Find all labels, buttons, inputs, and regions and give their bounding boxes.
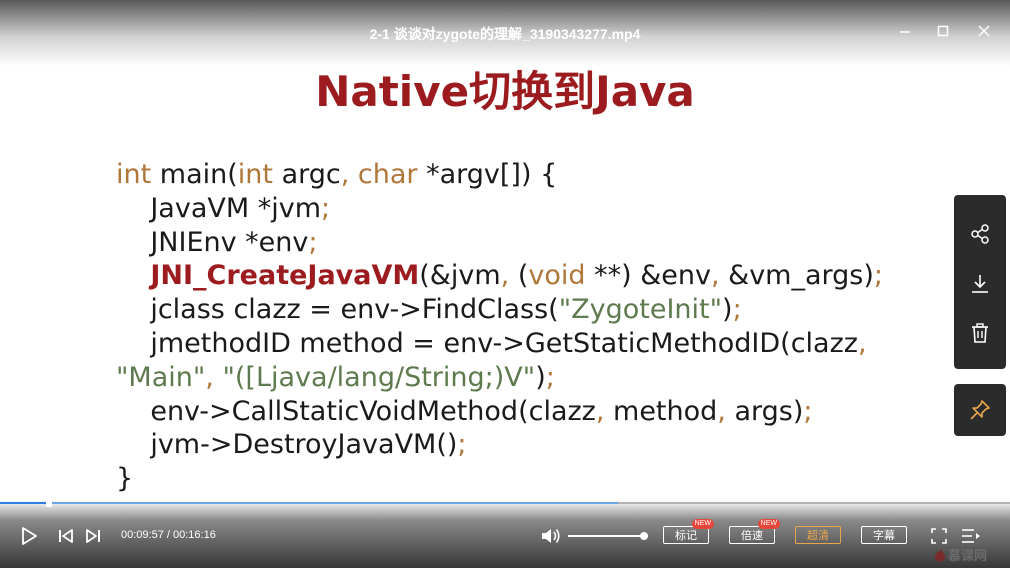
volume-slider[interactable] <box>568 535 644 537</box>
code-token: int <box>116 159 152 190</box>
code-token: int <box>237 159 273 190</box>
code-line: int main(int argc, char *argv[]) { <box>116 158 883 192</box>
code-line: "Main", "([Ljava/lang/String;)V"); <box>116 361 883 395</box>
speed-label: 倍速 <box>741 529 763 542</box>
minimize-icon[interactable] <box>896 22 914 40</box>
code-token: JavaVM *jvm <box>116 192 321 224</box>
code-token: "ZygoteInit" <box>558 294 723 326</box>
code-token: ; <box>732 294 742 326</box>
bookmark-label: 标记 <box>675 529 697 542</box>
side-panel <box>954 195 1006 369</box>
new-badge: NEW <box>691 519 714 529</box>
bookmark-button[interactable]: 标记 NEW <box>663 519 714 544</box>
code-token: , <box>857 327 867 359</box>
code-token: , <box>500 260 510 292</box>
video-title: 2-1 谈谈对zygote的理解_3190343277.mp4 <box>369 26 641 42</box>
share-icon[interactable] <box>967 221 993 247</box>
code-token: char <box>357 159 418 190</box>
new-badge: NEW <box>757 519 780 529</box>
flame-icon <box>935 548 945 561</box>
code-token: args) <box>725 395 804 427</box>
progress-knob[interactable] <box>46 499 53 507</box>
maximize-icon[interactable] <box>934 22 952 40</box>
subtitle-label: 字幕 <box>873 529 895 542</box>
code-line: jclass clazz = env->FindClass("ZygoteIni… <box>116 293 883 327</box>
code-token: JNI_CreateJavaVM <box>150 260 420 292</box>
code-line: } <box>116 462 883 496</box>
code-line: JNI_CreateJavaVM(&jvm, (void **) &env, &… <box>116 259 883 293</box>
speed-button[interactable]: 倍速 NEW <box>729 519 780 544</box>
progress-fill <box>0 502 50 504</box>
code-token: argc <box>272 159 341 190</box>
code-token: , <box>205 361 214 393</box>
previous-icon[interactable] <box>58 528 74 544</box>
quality-button[interactable]: 超清 <box>795 526 841 544</box>
code-token: , <box>717 395 726 427</box>
code-token: JNIEnv *env <box>116 226 309 258</box>
pin-icon[interactable] <box>954 384 1006 436</box>
fullscreen-icon[interactable] <box>930 527 948 545</box>
code-line: JNIEnv *env; <box>116 226 883 260</box>
next-icon[interactable] <box>85 528 101 544</box>
code-token: ( <box>509 260 529 292</box>
download-icon[interactable] <box>967 271 993 297</box>
code-token: ) <box>722 294 733 326</box>
code-token: (&jvm <box>419 260 501 292</box>
close-icon[interactable] <box>975 22 993 40</box>
code-block: int main(int argc, char *argv[]) { JavaV… <box>116 158 883 496</box>
code-token: "([Ljava/lang/String;)V" <box>222 361 536 393</box>
code-token: ; <box>308 226 318 258</box>
code-line: JavaVM *jvm; <box>116 192 883 226</box>
code-token: ; <box>321 192 331 224</box>
code-token: ; <box>803 395 813 427</box>
code-token: , <box>710 260 720 292</box>
code-token: "Main" <box>116 361 206 393</box>
trash-icon[interactable] <box>967 320 993 346</box>
time-display: 00:09:57 / 00:16:16 <box>121 529 216 541</box>
code-token: *argv[]) { <box>417 159 558 190</box>
code-line: jvm->DestroyJavaVM(); <box>116 428 883 462</box>
progress-buffer <box>0 502 619 504</box>
code-token: env->CallStaticVoidMethod(clazz <box>116 395 596 427</box>
site-logo: 慕课网 <box>934 545 987 564</box>
code-token: &vm_args) <box>719 260 874 292</box>
code-token: jvm->DestroyJavaVM() <box>116 429 458 461</box>
code-token: jmethodID method = env->GetStaticMethodI… <box>116 327 858 359</box>
code-line: jmethodID method = env->GetStaticMethodI… <box>116 327 883 361</box>
code-line: env->CallStaticVoidMethod(clazz, method,… <box>116 395 883 429</box>
title-bar: 2-1 谈谈对zygote的理解_3190343277.mp4 <box>0 0 1010 66</box>
code-token: main( <box>151 159 238 190</box>
code-token: ; <box>457 429 467 461</box>
slide-title: Native切换到Java <box>315 67 695 116</box>
playlist-icon[interactable] <box>961 527 981 545</box>
code-token: jclass clazz = env->FindClass( <box>116 294 559 326</box>
subtitle-button[interactable]: 字幕 <box>861 526 907 544</box>
quality-label: 超清 <box>807 529 829 542</box>
code-token: **) &env <box>585 260 711 292</box>
code-token: } <box>116 463 134 495</box>
volume-icon[interactable] <box>540 526 562 546</box>
code-token: ; <box>545 361 555 393</box>
volume-knob[interactable] <box>640 532 648 540</box>
logo-text: 慕课网 <box>948 549 988 564</box>
code-token: ; <box>873 260 883 292</box>
code-token: ) <box>535 361 546 393</box>
code-token: void <box>528 260 586 292</box>
play-icon[interactable] <box>20 527 38 545</box>
code-token: method <box>604 395 718 427</box>
